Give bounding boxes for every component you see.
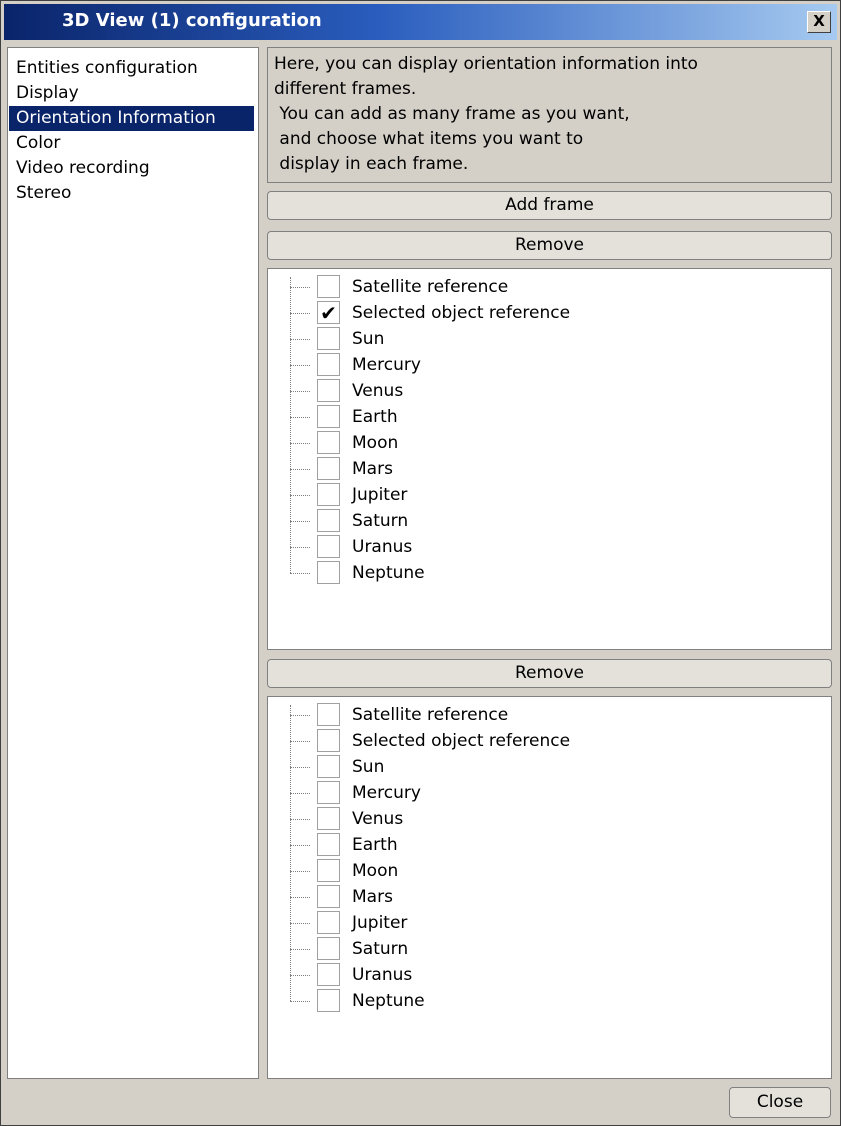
tree-branch-line xyxy=(290,521,310,522)
info-line: Here, you can display orientation inform… xyxy=(274,54,698,74)
tree-item-label: Jupiter xyxy=(352,913,408,933)
tree-branch-line xyxy=(290,949,310,950)
sidebar-item-video-recording[interactable]: Video recording xyxy=(9,156,258,181)
checkbox-uranus[interactable] xyxy=(317,535,340,558)
checkbox-moon[interactable] xyxy=(317,431,340,454)
tree-branch-line xyxy=(290,923,310,924)
tree-item-label: Saturn xyxy=(352,939,409,959)
tree-item-label: Earth xyxy=(352,407,398,427)
tree-branch-line xyxy=(290,793,310,794)
tree-branch-line xyxy=(290,819,310,820)
checkbox-uranus[interactable] xyxy=(317,963,340,986)
info-line: You can add as many frame as you want, xyxy=(274,104,630,124)
tree-item-label: Mars xyxy=(352,459,393,479)
tree-branch-line xyxy=(290,339,310,340)
tree-item-label: Uranus xyxy=(352,537,413,557)
checkbox-satellite-reference[interactable] xyxy=(317,275,340,298)
close-button[interactable]: Close xyxy=(729,1087,831,1118)
sidebar-item-display[interactable]: Display xyxy=(9,81,258,106)
tree-branch-line xyxy=(290,469,310,470)
tree-item-label: Satellite reference xyxy=(352,277,509,297)
tree-item-label: Venus xyxy=(352,381,404,401)
tree-item-label: Moon xyxy=(352,433,399,453)
tree-branch-line xyxy=(290,391,310,392)
tree-item-label: Jupiter xyxy=(352,485,408,505)
tree-branch-line xyxy=(290,573,310,574)
checkbox-satellite-reference[interactable] xyxy=(317,703,340,726)
checkbox-mars[interactable] xyxy=(317,885,340,908)
checkbox-mercury[interactable] xyxy=(317,781,340,804)
tree-item-label: Uranus xyxy=(352,965,413,985)
tree-item-label: Mercury xyxy=(352,783,421,803)
checkbox-selected-object-reference[interactable] xyxy=(317,729,340,752)
add-frame-button[interactable]: Add frame xyxy=(267,191,832,220)
tree-branch-line xyxy=(290,313,310,314)
tree-item-label: Venus xyxy=(352,809,404,829)
tree-connector-line xyxy=(290,705,291,1001)
title-bar: 3D View (1) configuration X xyxy=(4,4,837,40)
checkbox-mercury[interactable] xyxy=(317,353,340,376)
tree-item-label: Selected object reference xyxy=(352,731,571,751)
remove-frame-1-button[interactable]: Remove xyxy=(267,231,832,260)
tree-branch-line xyxy=(290,417,310,418)
info-line: and choose what items you want to xyxy=(274,129,584,149)
tree-item-label: Sun xyxy=(352,757,385,777)
checkbox-jupiter[interactable] xyxy=(317,483,340,506)
tree-connector-line xyxy=(290,277,291,573)
checkbox-selected-object-reference[interactable]: ✔ xyxy=(317,301,340,324)
checkmark-icon: ✔ xyxy=(320,301,337,325)
checkbox-neptune[interactable] xyxy=(317,989,340,1012)
tree-branch-line xyxy=(290,897,310,898)
config-window: 3D View (1) configuration X Entities con… xyxy=(0,0,841,1126)
tree-branch-line xyxy=(290,443,310,444)
category-list: Entities configuration Display Orientati… xyxy=(7,47,259,1079)
window-title: 3D View (1) configuration xyxy=(62,10,322,31)
tree-item-label: Neptune xyxy=(352,563,425,583)
window-close-button[interactable]: X xyxy=(807,11,831,33)
info-line: display in each frame. xyxy=(274,154,469,174)
checkbox-earth[interactable] xyxy=(317,405,340,428)
tree-item-label: Mercury xyxy=(352,355,421,375)
tree-branch-line xyxy=(290,287,310,288)
checkbox-venus[interactable] xyxy=(317,807,340,830)
checkbox-neptune[interactable] xyxy=(317,561,340,584)
checkbox-venus[interactable] xyxy=(317,379,340,402)
tree-branch-line xyxy=(290,547,310,548)
tree-item-label: Satellite reference xyxy=(352,705,509,725)
sidebar-item-orientation-information[interactable]: Orientation Information xyxy=(9,106,254,131)
tree-branch-line xyxy=(290,975,310,976)
checkbox-sun[interactable] xyxy=(317,755,340,778)
tree-item-label: Sun xyxy=(352,329,385,349)
tree-branch-line xyxy=(290,1001,310,1002)
sidebar-item-color[interactable]: Color xyxy=(9,131,258,156)
tree-item-label: Selected object reference xyxy=(352,303,571,323)
checkbox-moon[interactable] xyxy=(317,859,340,882)
tree-item-label: Mars xyxy=(352,887,393,907)
checkbox-saturn[interactable] xyxy=(317,509,340,532)
frame-2-item-tree: Satellite reference Selected object refer… xyxy=(267,696,832,1079)
info-text-panel: Here, you can display orientation inform… xyxy=(267,47,832,183)
checkbox-jupiter[interactable] xyxy=(317,911,340,934)
tree-item-label: Earth xyxy=(352,835,398,855)
checkbox-mars[interactable] xyxy=(317,457,340,480)
tree-branch-line xyxy=(290,715,310,716)
info-line: different frames. xyxy=(274,79,417,99)
tree-branch-line xyxy=(290,871,310,872)
sidebar-item-entities-configuration[interactable]: Entities configuration xyxy=(9,56,258,81)
tree-branch-line xyxy=(290,741,310,742)
checkbox-earth[interactable] xyxy=(317,833,340,856)
tree-item-label: Neptune xyxy=(352,991,425,1011)
tree-item-label: Saturn xyxy=(352,511,409,531)
tree-branch-line xyxy=(290,365,310,366)
checkbox-saturn[interactable] xyxy=(317,937,340,960)
remove-frame-2-button[interactable]: Remove xyxy=(267,659,832,688)
frame-1-item-tree: Satellite reference ✔ Selected object refe… xyxy=(267,268,832,650)
tree-branch-line xyxy=(290,767,310,768)
sidebar-item-stereo[interactable]: Stereo xyxy=(9,181,258,206)
tree-item-label: Moon xyxy=(352,861,399,881)
tree-branch-line xyxy=(290,845,310,846)
tree-branch-line xyxy=(290,495,310,496)
checkbox-sun[interactable] xyxy=(317,327,340,350)
